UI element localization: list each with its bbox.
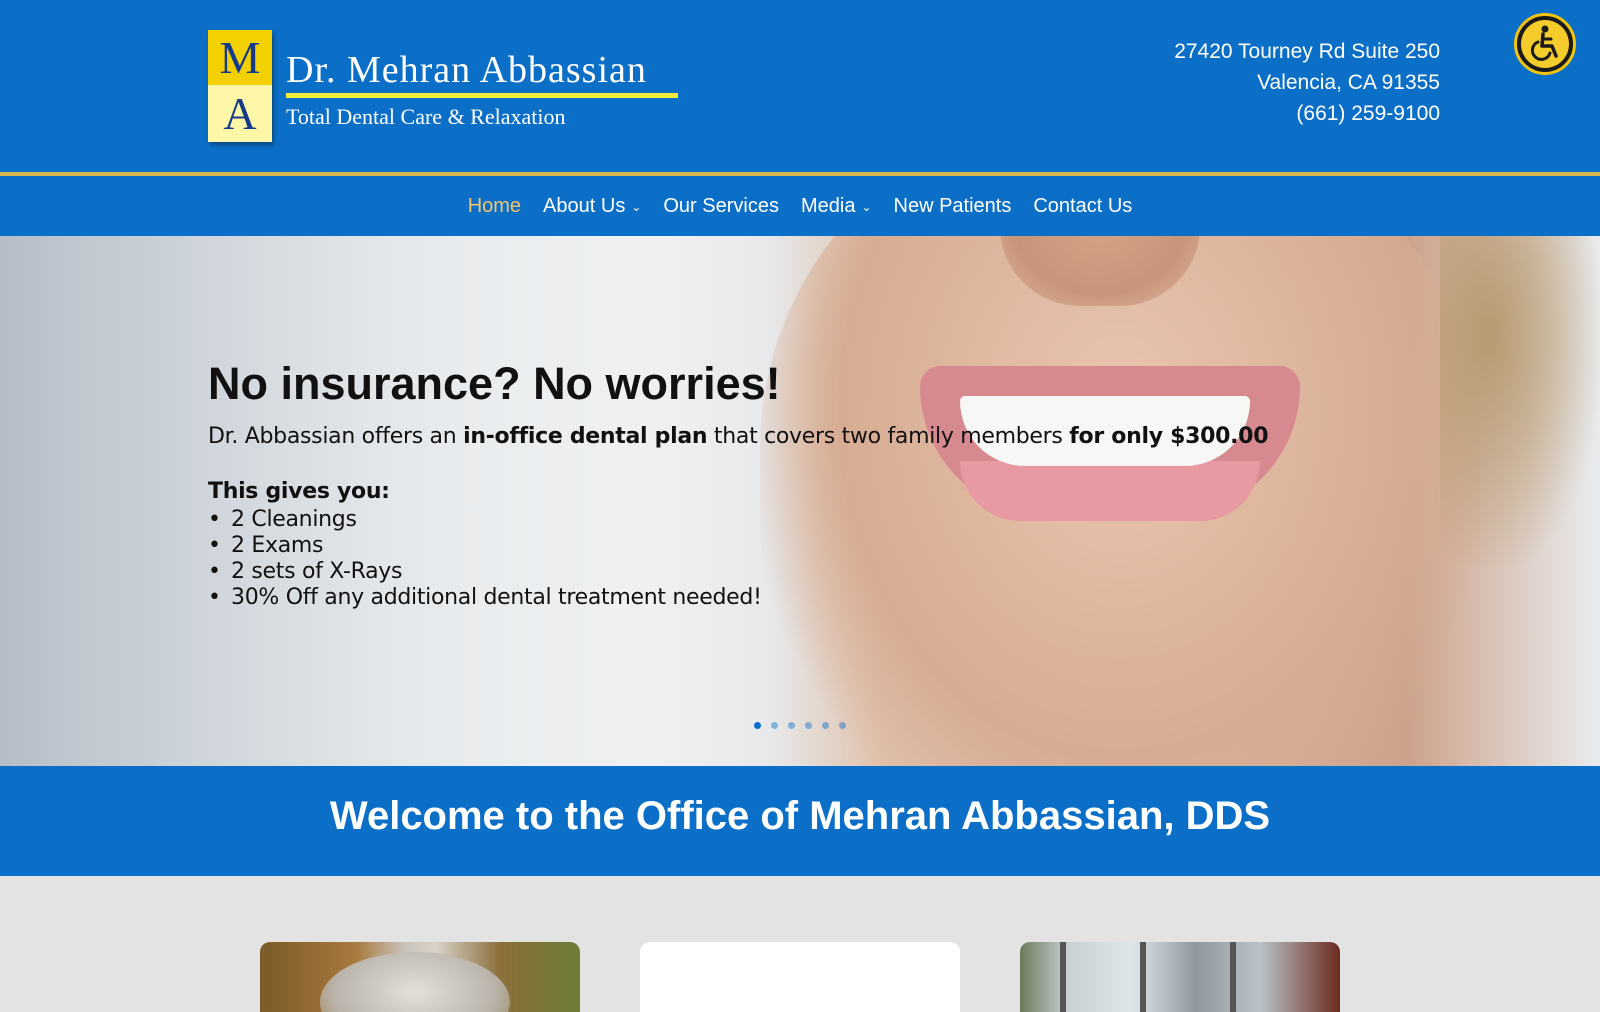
logo-divider [286,93,678,98]
logo-letter-m: M [219,32,261,83]
address-line-1: 27420 Tourney Rd Suite 250 [1174,40,1440,63]
slider-dot[interactable] [788,722,795,729]
slider-dot[interactable] [822,722,829,729]
hero-subheading: This gives you: [208,479,390,504]
nav-label: Home [467,194,522,217]
hero-title: No insurance? No worries! [208,358,781,409]
logo-name[interactable]: Dr. Mehran Abbassian [286,48,647,92]
hero-desc-bold-1: in-office dental plan [463,424,708,449]
logo-letter-a: A [223,88,257,139]
accessibility-button[interactable] [1514,13,1576,75]
nav-item-home[interactable]: Home [468,195,521,218]
wheelchair-icon [1530,25,1558,61]
nav-label: Contact Us [1033,194,1133,217]
site-header: M A Dr. Mehran Abbassian Total Dental Ca… [0,0,1600,172]
nav-item-about-us[interactable]: About Us ⌄ [543,195,641,218]
nav-item-contact-us[interactable]: Contact Us [1033,195,1132,218]
hero-desc-bold-2: for only $300.00 [1069,424,1269,449]
card-blank[interactable] [640,942,960,1012]
list-item: 30% Off any additional dental treatment … [208,585,762,611]
welcome-title: Welcome to the Office of Mehran Abbassia… [329,794,1271,838]
office-photo-detail [1060,942,1066,1012]
list-item: 2 Cleanings [208,507,762,533]
slider-dot[interactable] [839,722,846,729]
office-photo-detail [1140,942,1146,1012]
address-line-2: Valencia, CA 91355 [1257,71,1440,94]
hero-photo-hair [1440,236,1600,566]
slider-dot[interactable] [805,722,812,729]
feature-cards [0,876,1600,1012]
phone-number[interactable]: (661) 259-9100 [1174,98,1440,129]
slider-dot[interactable] [754,722,761,729]
chevron-down-icon: ⌄ [861,200,872,214]
main-navigation: Home About Us ⌄ Our Services Media ⌄ New P… [0,176,1600,236]
logo-mark[interactable]: M A [208,30,272,142]
nav-label: Our Services [663,194,779,217]
nav-label: Media [800,194,856,217]
hero-desc-text-2: that covers two family members [707,424,1070,449]
office-photo-detail [1230,942,1236,1012]
chevron-down-icon: ⌄ [631,200,642,214]
hero-desc-text-1: Dr. Abbassian offers an [208,424,464,449]
list-item: 2 Exams [208,533,762,559]
hero-photo-overlay [0,236,820,766]
hero-description: Dr. Abbassian offers an in-office dental… [208,424,1269,449]
welcome-banner: Welcome to the Office of Mehran Abbassia… [0,766,1600,876]
list-item: 2 sets of X-Rays [208,559,762,585]
nav-item-our-services[interactable]: Our Services [663,195,779,218]
hero-slider: No insurance? No worries! Dr. Abbassian … [0,236,1600,766]
nav-label: New Patients [893,194,1012,217]
slider-pagination [754,722,856,732]
slider-dot[interactable] [771,722,778,729]
doctor-photo [320,952,510,1012]
contact-info: 27420 Tourney Rd Suite 250 Valencia, CA … [1174,36,1440,129]
hero-photo-lower-lip [960,461,1260,521]
hero-benefits-list: 2 Cleanings 2 Exams 2 sets of X-Rays 30%… [208,507,762,611]
nav-label: About Us [543,194,626,217]
nav-item-media[interactable]: Media ⌄ [801,195,872,218]
card-office-photo[interactable] [1020,942,1340,1012]
card-doctor-photo[interactable] [260,942,580,1012]
logo-tagline: Total Dental Care & Relaxation [286,104,566,129]
nav-item-new-patients[interactable]: New Patients [894,195,1012,218]
